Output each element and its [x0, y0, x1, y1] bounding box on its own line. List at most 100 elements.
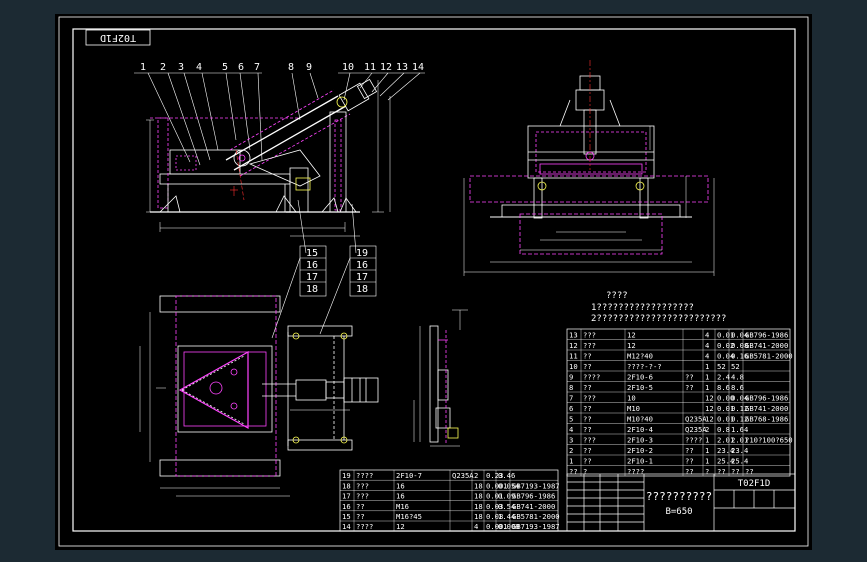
bom-right-cell: ?? — [685, 467, 694, 476]
callout-1: 1 — [140, 62, 146, 73]
bom-bottom-cell: 18 — [474, 481, 483, 490]
bom-bottom-cell: GB741-2000 — [512, 502, 555, 511]
callout-10: 10 — [342, 62, 354, 73]
bom-right-cell: 1.64 — [731, 425, 748, 434]
callout-11: 11 — [364, 62, 376, 73]
bom-bottom-cell: 15 — [342, 512, 351, 521]
bom-bottom-cell: 18 — [474, 492, 483, 501]
bom-right-cell: 10 — [627, 394, 636, 403]
bom-right-cell: 1 — [705, 373, 709, 382]
bom-right-cell: ? — [705, 467, 709, 476]
bom-right-cell: Q235A — [685, 425, 707, 434]
bom-right-cell: 2 — [705, 425, 709, 434]
bom-right-cell: 5 — [569, 415, 573, 424]
bom-right-cell: 10 — [569, 362, 578, 371]
callout-8: 8 — [288, 62, 294, 73]
bom-right-cell: ?? — [685, 446, 694, 455]
bom-right-cell: ?? — [583, 446, 592, 455]
bom-right-cell: 8.6 — [731, 383, 744, 392]
bom-bottom-cell: 18 — [474, 512, 483, 521]
bom-bottom-cell: Q235A — [452, 471, 474, 480]
bom-right-cell: 13 — [569, 331, 578, 340]
bom-right-cell: ??? — [583, 394, 596, 403]
title-text: ?????????? — [646, 490, 712, 503]
callout-14: 14 — [412, 62, 424, 73]
bom-right-cell: ??? — [583, 341, 596, 350]
bom-right-cell: ?? — [583, 383, 592, 392]
bom-right-cell: ????-?-? — [627, 362, 662, 371]
bom-right-cell: 1 — [705, 446, 709, 455]
callout-2: 2 — [160, 62, 166, 73]
bom-right-cell: 2.4 — [717, 373, 730, 382]
bom-bottom-cell: ??? — [356, 481, 369, 490]
bom-right-cell: 9 — [569, 373, 573, 382]
bom-right-cell: Q235A — [685, 415, 707, 424]
bom-right-cell: ? — [583, 467, 587, 476]
bom-bottom-cell: GB7193-1987 — [512, 522, 560, 531]
bom-bottom-cell: ???? — [356, 471, 373, 480]
callout-15: 15 — [306, 248, 318, 259]
bom-right-cell: ?10?100?650 — [745, 436, 793, 445]
bom-bottom-cell: 18 — [474, 502, 483, 511]
bom-right-cell: M12?40 — [627, 352, 653, 361]
bom-right-cell: 12 — [569, 341, 578, 350]
bom-right-cell: 52 — [731, 362, 740, 371]
bom-right-cell: 2F10-1 — [627, 457, 653, 466]
bom-bottom-cell: M16?45 — [396, 512, 422, 521]
bom-bottom-cell: 2 — [474, 471, 478, 480]
bom-right-cell: 8 — [569, 383, 573, 392]
note-2: 2???????????????????????? — [591, 314, 726, 324]
bom-right-cell: 12 — [627, 331, 636, 340]
cad-drawing-canvas: T02F1D 1 2 3 4 5 6 7 8 9 10 11 12 13 14 … — [0, 0, 867, 562]
bom-bottom-cell: 14 — [342, 522, 351, 531]
bom-bottom-cell: ?? — [356, 512, 365, 521]
bom-right-cell: 4 — [705, 331, 709, 340]
bom-right-cell: 2F10-5 — [627, 383, 653, 392]
bom-right-cell: 4.8 — [731, 373, 744, 382]
bom-bottom-cell: 4 — [474, 522, 478, 531]
bom-right-cell: ???? — [583, 373, 600, 382]
bom-bottom-cell: 12 — [396, 522, 405, 531]
callout-5: 5 — [222, 62, 228, 73]
bom-right-cell: 12 — [705, 394, 714, 403]
bom-right-cell: 12 — [705, 415, 714, 424]
bom-right-cell: ??? — [583, 436, 596, 445]
bom-right-cell: 8.6 — [717, 383, 730, 392]
bom-right-cell: M10 — [627, 404, 640, 413]
bom-bottom-cell: 2F10-7 — [396, 471, 422, 480]
bom-right-cell: 1 — [705, 457, 709, 466]
bom-right-cell: 4 — [705, 341, 709, 350]
bom-right-cell: ??? — [583, 331, 596, 340]
callout-12: 12 — [380, 62, 392, 73]
bom-right-cell: 12 — [705, 404, 714, 413]
bom-right-cell: GB5781-2000 — [745, 352, 793, 361]
callout-9: 9 — [306, 62, 312, 73]
bom-right-cell: 7 — [569, 394, 573, 403]
callout-19: 19 — [356, 248, 368, 259]
callout-16a: 16 — [306, 260, 318, 271]
bom-bottom-cell: GB796-1986 — [512, 492, 555, 501]
bom-right-cell: 4 — [705, 352, 709, 361]
bom-bottom-cell: 16 — [396, 481, 405, 490]
bom-right-cell: ???? — [627, 467, 644, 476]
bom-right-cell: GB741-2000 — [745, 404, 788, 413]
bom-bottom-cell: ?? — [356, 502, 365, 511]
bom-right-cell: 1 — [705, 436, 709, 445]
bom-right-cell: 23.4 — [731, 446, 748, 455]
bom-right-cell: 3 — [569, 436, 573, 445]
callout-4: 4 — [196, 62, 202, 73]
bom-right-cell: ?? — [583, 404, 592, 413]
callout-17a: 17 — [306, 272, 318, 283]
bom-right-cell: ?? — [583, 457, 592, 466]
bom-right-cell: 2F10-6 — [627, 373, 653, 382]
bom-bottom-cell: GB5781-2000 — [512, 512, 560, 521]
bom-right-cell: ?? — [583, 362, 592, 371]
callout-6: 6 — [238, 62, 244, 73]
notes-header: ???? — [606, 291, 628, 301]
bom-right-cell: ?? — [569, 467, 578, 476]
bom-bottom-cell: M16 — [396, 502, 409, 511]
bom-bottom-cell: ??? — [356, 492, 369, 501]
bom-bottom-cell: 18 — [342, 481, 351, 490]
bom-right-cell: GB741-2000 — [745, 341, 788, 350]
callout-16b: 16 — [356, 260, 368, 271]
